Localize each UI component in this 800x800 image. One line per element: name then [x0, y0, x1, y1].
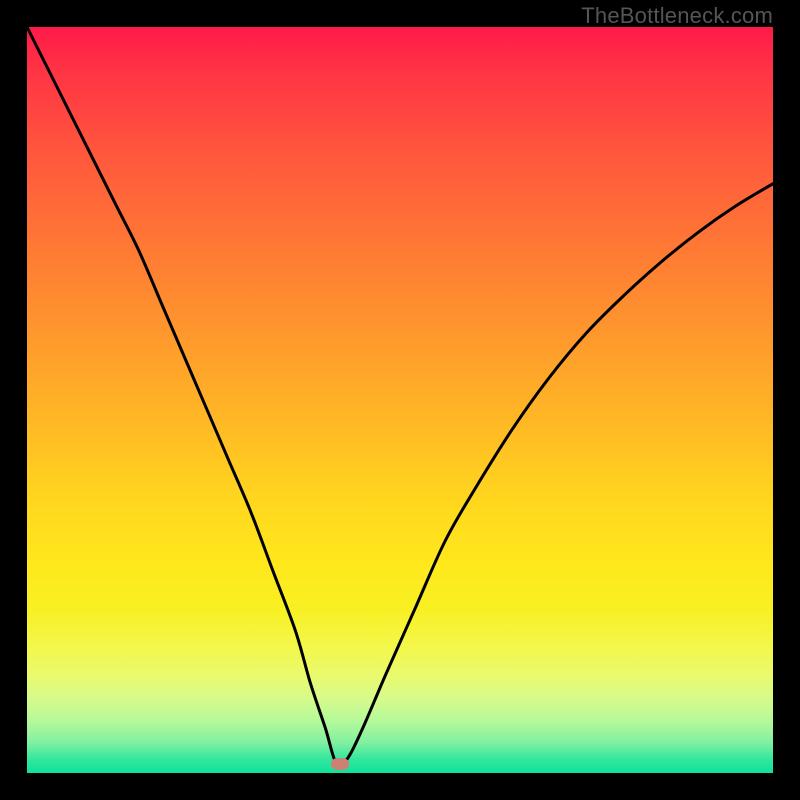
attribution-text: TheBottleneck.com: [581, 3, 773, 29]
bottleneck-curve: [27, 27, 773, 773]
optimum-marker: [331, 758, 349, 770]
plot-area: [27, 27, 773, 773]
chart-frame: TheBottleneck.com: [0, 0, 800, 800]
